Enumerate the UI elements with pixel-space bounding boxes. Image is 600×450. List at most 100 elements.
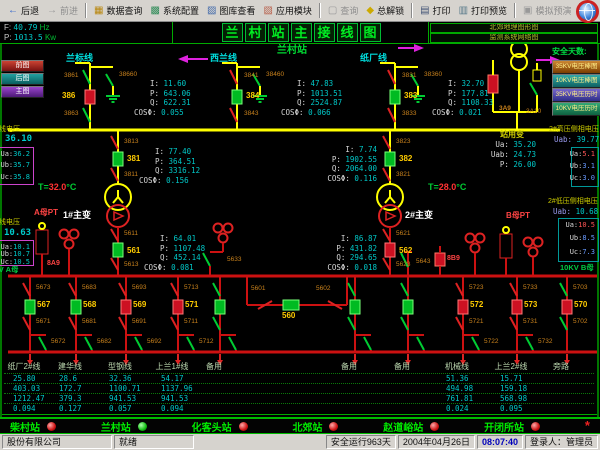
right-chart-button-35KV电压历时[interactable]: 35KV电压历时 [552,88,600,102]
ground-switch-label: 38360 [424,71,442,78]
breaker-382[interactable] [385,152,395,166]
switch-icon [69,283,76,296]
feeder-breaker-spare[interactable] [215,300,225,314]
left-nav-button-前图[interactable]: 前图 [1,60,44,72]
station-link-开闭所站[interactable]: 开闭所站 [484,419,540,434]
toolbar-button-数据查询[interactable]: ▦数据查询 [90,2,146,19]
ground-switch-label: 38460 [266,71,284,78]
status-bar: 股份有限公司 就绪 安全运行963天 2004年04月26日 08:07:40 … [0,434,600,450]
measurement-row: P: 643.06 [150,90,191,98]
feeder-breaker-spare[interactable] [350,300,360,314]
tx-winding-icon [379,205,401,227]
feeder-breaker-569[interactable] [121,300,131,314]
measurement-row: I: 77.40 [155,148,191,156]
switch-label: 5732 [538,338,552,345]
station-link-兰村站[interactable]: 兰村站 [101,419,147,434]
line-name-label: 兰标线 [66,54,93,64]
station-link-北郊站[interactable]: 北郊站 [292,419,338,434]
right-chart-button-10KV电压历时[interactable]: 10KV电压历时 [552,102,600,116]
feeder-breaker-567[interactable] [25,300,35,314]
unlock-icon: ◆ [366,6,374,16]
feeder-breaker-573[interactable] [512,300,522,314]
switch-3a10 [530,83,537,95]
breaker-560[interactable] [283,300,299,310]
breaker-384[interactable] [232,90,242,104]
feeder-breaker-572[interactable] [458,300,468,314]
station-link-化客头站[interactable]: 化客头站 [192,419,248,434]
measurement-row: I: 86.87 [317,235,377,243]
phase-voltage-row: Ub:35.7 [0,161,30,169]
switch-label: 5722 [484,338,498,345]
pt-breaker-8b9[interactable] [435,253,445,266]
disconnector-label: 5621 [396,230,410,237]
right-chart-button-10KV电压棒图[interactable]: 10KV电压棒图 [552,74,600,88]
feeder-value: 0.095 [500,405,550,413]
flow-arrow-icon [178,55,188,63]
feeder-breaker-568[interactable] [71,300,81,314]
fuse-3a9[interactable] [488,75,498,93]
pt-breaker-label: 8A9 [47,260,60,268]
breaker-381[interactable] [113,152,123,166]
wire-line [385,197,390,203]
bus-b-label: 10KV B母 [560,264,594,272]
measurement-row: COSΦ: 0.018 [317,264,377,272]
back-icon: ← [8,6,18,16]
disconnector-label: 5733 [523,284,537,291]
frequency-value: 40.79 [13,23,37,32]
toolbar-button-打印[interactable]: ▤打印 [416,2,454,19]
breaker-386[interactable] [85,90,95,104]
toolbar-button-总解锁[interactable]: ◆总解锁 [362,2,408,19]
feeder-breaker-spare[interactable] [403,300,413,314]
left-nav-button-后图[interactable]: 后图 [1,73,44,85]
station-link-柴村站[interactable]: 柴村站 [10,419,56,434]
flow-arrow-icon [414,44,424,52]
breaker-562[interactable] [385,243,395,257]
bus10-voltage-value: 10.63 [4,229,31,239]
disconnector-label: 5703 [573,284,587,291]
switch-label: 5643 [416,258,430,265]
status-led-icon [531,422,540,431]
feeder-breaker-570[interactable] [562,300,572,314]
phase-voltage-row: Ub:3.1 [570,162,595,170]
feeder-value: 941.53 [161,395,211,403]
switch-icon [203,253,210,266]
toolbar-button-应用模块[interactable]: ▧应用模块 [259,2,315,19]
toolbar-button-后退[interactable]: ←后退 [4,2,43,19]
main-wiring-diagram: 兰村站 母线电压 36.10 Ua:36.2Ub:35.7Uc:35.8 母线电… [0,0,600,450]
simulate-icon: ▣ [523,6,532,16]
right-chart-button-35KV电压棒图[interactable]: 35KV电压棒图 [552,60,600,74]
feeder-breaker-571[interactable] [173,300,183,314]
measurement-row: P: 177.81 [448,90,489,98]
geo-map-button[interactable]: 北郊地理图形图 [430,23,598,33]
breaker-label: 572 [470,301,483,310]
left-nav-button-主图[interactable]: 主图 [1,86,44,98]
toolbar-button-系统配置[interactable]: ▩系统配置 [147,2,203,19]
toolbar-button-图库查看[interactable]: ▨图库查看 [203,2,259,19]
forward-icon: → [47,6,57,16]
hv-uab-value: 39.77 [577,135,600,144]
switch-icon [119,317,126,330]
pt-icon [70,230,79,239]
table-separator [4,403,594,404]
station-switch-bar: 柴村站兰村站化客头站北郊站赵道峪站开闭所站* [0,417,600,434]
phase-voltage-row: Ub:8.5 [570,234,595,242]
power-value: 1013.5 [14,33,43,42]
time-panel: 08:07:40 [477,435,523,449]
toolbar-button-打印预览[interactable]: ▥打印预览 [455,2,511,19]
measurement-row: I: 64.01 [160,235,196,243]
station-tx-row: Ua: 35.20 [484,141,536,149]
title-char: 图 [360,23,381,42]
network-map-button[interactable]: 监测系统网络图 [430,33,598,43]
phase-voltage-row: Uc:35.8 [0,173,30,181]
breaker-561[interactable] [113,243,123,257]
station-link-赵道峪站[interactable]: 赵道峪站 [383,419,439,434]
disconnector-label: 5723 [469,284,483,291]
disconnector-label: 5691 [132,318,146,325]
disconnector-label: 5602 [316,285,330,292]
breaker-383[interactable] [390,90,400,104]
disconnector-label: 5711 [184,318,198,325]
switch-icon [383,136,390,149]
measurement-row: I: 11.60 [150,80,186,88]
feeder-value: 0.094 [161,405,211,413]
disconnector-label: 3813 [124,138,138,145]
